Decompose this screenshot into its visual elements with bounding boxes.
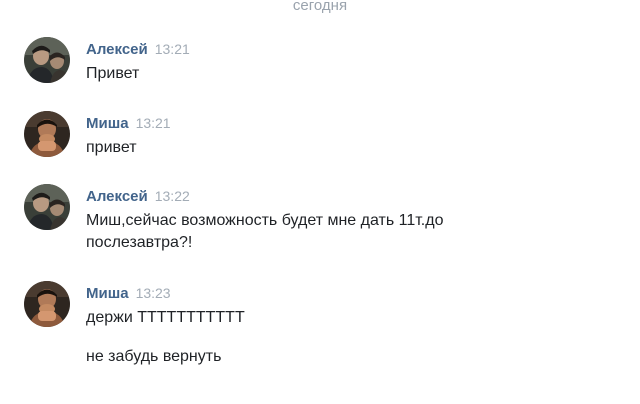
message-time: 13:23: [135, 285, 171, 301]
message-header: Миша 13:21: [86, 115, 171, 133]
avatar-alexey[interactable]: [24, 37, 70, 83]
message-text: Привет: [86, 63, 556, 85]
message-line: Привет: [86, 65, 140, 82]
date-divider: сегодня: [292, 0, 348, 14]
message-text: Миш,сейчас возможность будет мне дать 11…: [86, 210, 516, 254]
message-header: Миша 13:23: [86, 285, 171, 303]
user-photo-icon: [24, 37, 70, 83]
message-line: держи ТТТТТТТТТТТ: [86, 309, 245, 326]
message-time: 13:21: [154, 41, 190, 57]
message-header: Алексей 13:22: [86, 188, 190, 206]
avatar-alexey[interactable]: [24, 184, 70, 230]
author-name[interactable]: Миша: [86, 115, 129, 132]
author-name[interactable]: Алексей: [86, 188, 148, 205]
avatar-misha[interactable]: [24, 111, 70, 157]
message-line: Миш,сейчас возможность будет мне дать 11…: [86, 212, 444, 251]
author-name[interactable]: Миша: [86, 285, 129, 302]
user-photo-icon: [24, 111, 70, 157]
avatar-misha[interactable]: [24, 281, 70, 327]
message-text: держи ТТТТТТТТТТТ не забудь вернуть: [86, 307, 556, 368]
author-name[interactable]: Алексей: [86, 41, 148, 58]
user-photo-icon: [24, 184, 70, 230]
message-line: не забудь вернуть: [86, 348, 222, 365]
user-photo-icon: [24, 281, 70, 327]
message-time: 13:22: [154, 188, 190, 204]
message-text: привет: [86, 137, 556, 159]
message-header: Алексей 13:21: [86, 41, 190, 59]
message-time: 13:21: [135, 115, 171, 131]
message-line: привет: [86, 139, 137, 156]
